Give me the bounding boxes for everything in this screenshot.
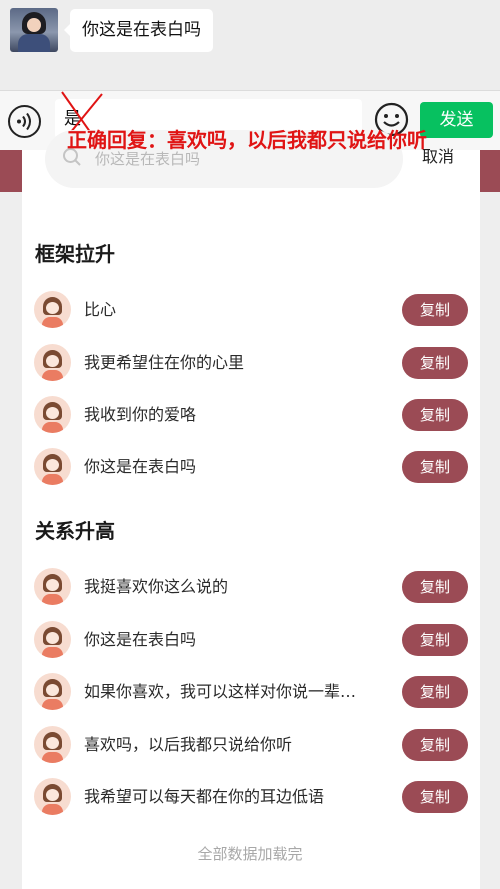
copy-button[interactable]: 复制	[402, 294, 468, 326]
copy-button[interactable]: 复制	[402, 624, 468, 656]
reply-text: 我更希望住在你的心里	[84, 353, 245, 372]
user-avatar-icon	[34, 673, 71, 710]
list-item: 我挺喜欢你这么说的 复制	[34, 568, 469, 606]
copy-button[interactable]: 复制	[402, 571, 468, 603]
user-avatar-icon	[34, 726, 71, 763]
list-item: 比心 复制	[34, 291, 469, 329]
section-title-2: 关系升高	[35, 519, 115, 543]
list-item: 我希望可以每天都在你的耳边低语 复制	[34, 778, 469, 816]
contact-avatar[interactable]	[10, 8, 58, 52]
copy-button[interactable]: 复制	[402, 347, 468, 379]
copy-button[interactable]: 复制	[402, 781, 468, 813]
reply-text: 如果你喜欢，我可以这样对你说一辈…	[84, 682, 357, 701]
voice-icon[interactable]	[8, 105, 41, 138]
avatar-face	[27, 18, 41, 32]
user-avatar-icon	[34, 778, 71, 815]
load-complete-text: 全部数据加载完	[197, 845, 303, 863]
chat-message-bubble[interactable]: 你这是在表白吗	[64, 9, 213, 52]
reply-text: 我挺喜欢你这么说的	[84, 577, 229, 596]
list-item: 你这是在表白吗 复制	[34, 621, 469, 659]
reply-text: 比心	[84, 300, 117, 319]
reply-text: 你这是在表白吗	[84, 457, 197, 476]
user-avatar-icon	[34, 568, 71, 605]
list-item: 我更希望住在你的心里 复制	[34, 344, 469, 382]
reply-text: 我希望可以每天都在你的耳边低语	[84, 787, 325, 806]
copy-button[interactable]: 复制	[402, 399, 468, 431]
reply-text: 我收到你的爱咯	[84, 405, 197, 424]
user-avatar-icon	[34, 291, 71, 328]
send-button[interactable]: 发送	[420, 102, 493, 138]
copy-button[interactable]: 复制	[402, 676, 468, 708]
reply-text: 喜欢吗，以后我都只说给你听	[84, 735, 293, 754]
annotation-correct-reply: 正确回复：喜欢吗，以后我都只说给你听	[67, 128, 427, 152]
copy-button[interactable]: 复制	[402, 451, 468, 483]
reply-text: 你这是在表白吗	[84, 630, 197, 649]
list-item: 我收到你的爱咯 复制	[34, 396, 469, 434]
avatar-body	[18, 34, 50, 52]
user-avatar-icon	[34, 344, 71, 381]
list-item: 喜欢吗，以后我都只说给你听 复制	[34, 726, 469, 764]
user-avatar-icon	[34, 621, 71, 658]
user-avatar-icon	[34, 396, 71, 433]
list-item: 你这是在表白吗 复制	[34, 448, 469, 486]
chat-area: 你这是在表白吗	[0, 0, 500, 90]
list-item: 如果你喜欢，我可以这样对你说一辈… 复制	[34, 673, 469, 711]
copy-button[interactable]: 复制	[402, 729, 468, 761]
section-title-1: 框架拉升	[35, 242, 115, 266]
user-avatar-icon	[34, 448, 71, 485]
voice-icon-glyph	[17, 112, 31, 131]
